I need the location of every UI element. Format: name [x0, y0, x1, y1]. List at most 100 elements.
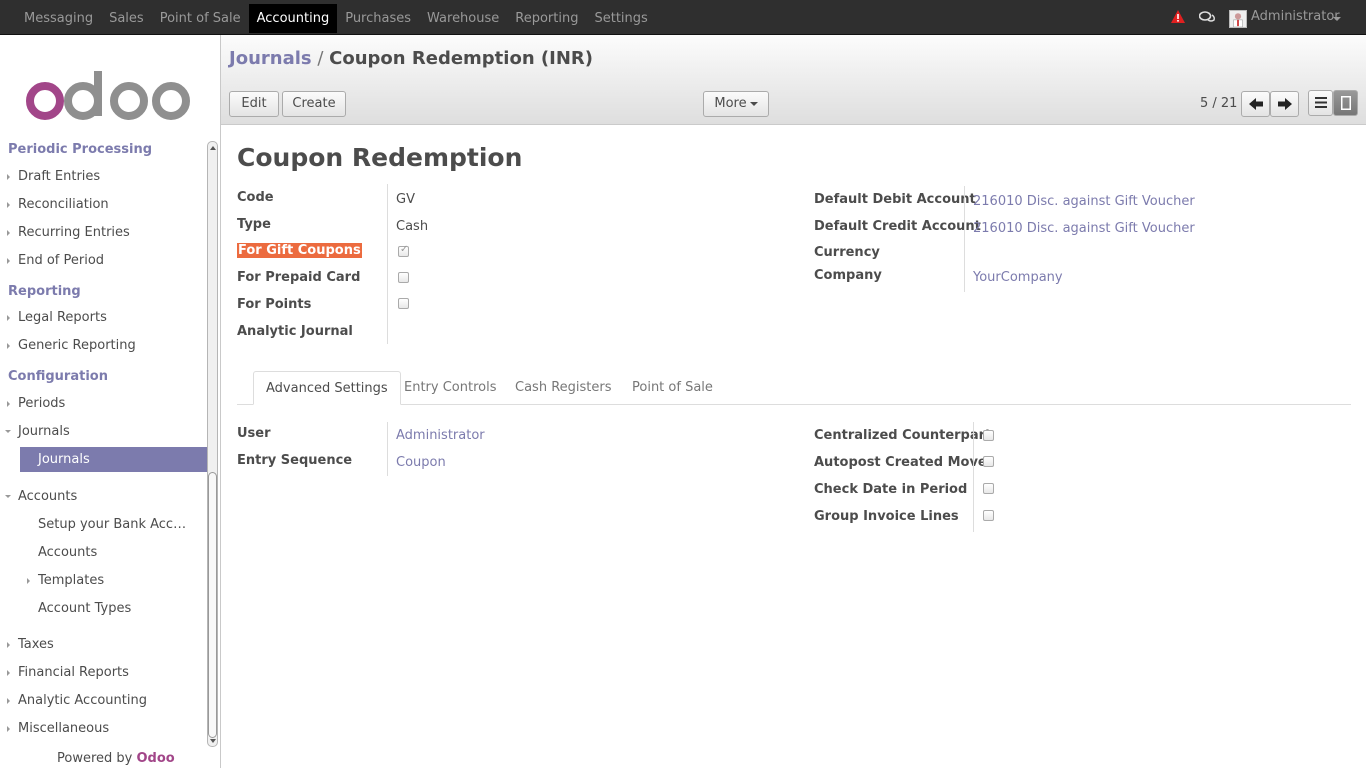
sidebar-item-draft-entries[interactable]: Draft Entries — [18, 169, 100, 184]
user-label: User — [237, 426, 271, 441]
warning-icon[interactable] — [1171, 10, 1185, 24]
create-button[interactable]: Create — [282, 91, 346, 117]
more-button-label: More — [714, 96, 747, 111]
caret-right-icon — [7, 726, 10, 732]
gift-coupons-checkbox[interactable] — [398, 244, 409, 257]
sidebar-item-financial-reports[interactable]: Financial Reports — [18, 665, 129, 680]
group-invoice-lines-label: Group Invoice Lines — [814, 509, 959, 524]
default-debit-value[interactable]: 216010 Disc. against Gift Voucher — [973, 194, 1195, 209]
sidebar-item-label: Journals — [38, 452, 90, 467]
gift-coupons-label: For Gift Coupons — [237, 243, 362, 258]
check-date-checkbox[interactable] — [983, 483, 994, 494]
sidebar-item-generic-reporting[interactable]: Generic Reporting — [18, 338, 136, 353]
caret-down-icon — [749, 101, 758, 106]
topmenu-warehouse[interactable]: Warehouse — [419, 4, 507, 33]
sidebar-item-analytic-accounting[interactable]: Analytic Accounting — [18, 693, 147, 708]
centralized-counterpart-label: Centralized Counterpart — [814, 428, 992, 443]
points-label: For Points — [237, 297, 312, 312]
sidebar-item-end-of-period[interactable]: End of Period — [18, 253, 104, 268]
sidebar-scrollbar[interactable] — [207, 141, 218, 747]
type-label: Type — [237, 217, 271, 232]
next-record-button[interactable] — [1270, 91, 1299, 117]
autopost-moves-checkbox[interactable] — [983, 456, 994, 467]
default-credit-label: Default Credit Account — [814, 219, 981, 234]
section-periodic-processing: Periodic Processing — [8, 142, 153, 157]
topmenu-point-of-sale[interactable]: Point of Sale — [152, 4, 249, 33]
breadcrumb-current: Coupon Redemption (INR) — [329, 48, 593, 69]
sidebar-item-reconciliation[interactable]: Reconciliation — [18, 197, 109, 212]
scroll-thumb[interactable] — [208, 472, 217, 738]
chevron-down-icon[interactable] — [1333, 17, 1341, 21]
caret-right-icon — [7, 202, 10, 208]
control-panel: Journals / Coupon Redemption (INR) Edit … — [221, 35, 1366, 125]
caret-down-icon — [5, 430, 11, 433]
form-view-button[interactable] — [1333, 90, 1358, 116]
sidebar-item-recurring-entries[interactable]: Recurring Entries — [18, 225, 130, 240]
topmenu-settings[interactable]: Settings — [586, 4, 655, 33]
tab-advanced-settings[interactable]: Advanced Settings — [253, 371, 401, 405]
currency-label: Currency — [814, 245, 880, 260]
edit-button[interactable]: Edit — [229, 91, 279, 117]
sidebar-item-templates[interactable]: Templates — [38, 573, 104, 588]
sidebar-item-miscellaneous[interactable]: Miscellaneous — [18, 721, 109, 736]
chat-icon[interactable] — [1199, 11, 1215, 25]
powered-by: Powered by Odoo — [57, 751, 175, 766]
sidebar-item-periods[interactable]: Periods — [18, 396, 65, 411]
field-divider — [964, 186, 965, 292]
type-value: Cash — [396, 219, 429, 234]
avatar[interactable] — [1229, 10, 1247, 28]
pager-counter: 5 / 21 — [1200, 96, 1238, 111]
list-view-button[interactable] — [1308, 90, 1333, 116]
default-debit-label: Default Debit Account — [814, 192, 976, 207]
user-value[interactable]: Administrator — [396, 428, 485, 443]
entry-sequence-value[interactable]: Coupon — [396, 455, 446, 470]
topmenu-purchases[interactable]: Purchases — [337, 4, 419, 33]
notebook-tabs: Advanced Settings Entry Controls Cash Re… — [237, 371, 1351, 405]
sidebar: Periodic Processing Draft Entries Reconc… — [0, 35, 221, 768]
arrow-right-icon — [1277, 98, 1292, 110]
sidebar-item-journals-group[interactable]: Journals — [18, 424, 70, 439]
company-value[interactable]: YourCompany — [973, 270, 1063, 285]
topmenu-messaging[interactable]: Messaging — [16, 4, 101, 33]
form-view: Coupon Redemption Code GV Type Cash For … — [221, 126, 1366, 768]
more-button[interactable]: More — [703, 91, 769, 117]
section-configuration: Configuration — [8, 369, 108, 384]
breadcrumb-separator: / — [317, 48, 324, 69]
group-invoice-lines-checkbox[interactable] — [983, 510, 994, 521]
scroll-down-icon[interactable] — [210, 739, 216, 743]
caret-right-icon — [7, 315, 10, 321]
previous-record-button[interactable] — [1241, 91, 1270, 117]
user-menu[interactable]: Administrator — [1251, 9, 1340, 24]
topmenu-accounting[interactable]: Accounting — [248, 4, 338, 33]
sidebar-item-accounts[interactable]: Accounts — [38, 545, 97, 560]
topmenu-sales[interactable]: Sales — [101, 4, 152, 33]
arrow-left-icon — [1248, 98, 1263, 110]
prepaid-card-checkbox[interactable] — [398, 272, 409, 283]
field-divider — [387, 422, 388, 476]
sidebar-item-setup-bank-accounts[interactable]: Setup your Bank Acc… — [38, 517, 186, 532]
prepaid-card-label: For Prepaid Card — [237, 270, 361, 285]
points-checkbox[interactable] — [398, 298, 409, 309]
default-credit-value[interactable]: 216010 Disc. against Gift Voucher — [973, 221, 1195, 236]
caret-right-icon — [27, 578, 30, 584]
sidebar-item-journals[interactable]: Journals — [20, 447, 207, 472]
tab-entry-controls[interactable]: Entry Controls — [392, 371, 509, 405]
tab-cash-registers[interactable]: Cash Registers — [503, 371, 623, 405]
section-reporting: Reporting — [8, 284, 81, 299]
code-value: GV — [396, 192, 415, 207]
sidebar-item-taxes[interactable]: Taxes — [18, 637, 54, 652]
sidebar-item-account-types[interactable]: Account Types — [38, 601, 131, 616]
caret-right-icon — [7, 642, 10, 648]
centralized-counterpart-checkbox[interactable] — [983, 430, 994, 441]
list-icon — [1314, 97, 1327, 108]
breadcrumb-journals-link[interactable]: Journals — [229, 48, 312, 69]
topmenu-reporting[interactable]: Reporting — [507, 4, 586, 33]
scroll-up-icon[interactable] — [210, 146, 216, 150]
tab-point-of-sale[interactable]: Point of Sale — [620, 371, 725, 405]
sidebar-item-accounts-group[interactable]: Accounts — [18, 489, 77, 504]
caret-right-icon — [7, 698, 10, 704]
field-divider — [973, 422, 974, 532]
powered-by-link[interactable]: Odoo — [137, 751, 175, 766]
sidebar-item-legal-reports[interactable]: Legal Reports — [18, 310, 107, 325]
field-divider — [387, 184, 388, 344]
